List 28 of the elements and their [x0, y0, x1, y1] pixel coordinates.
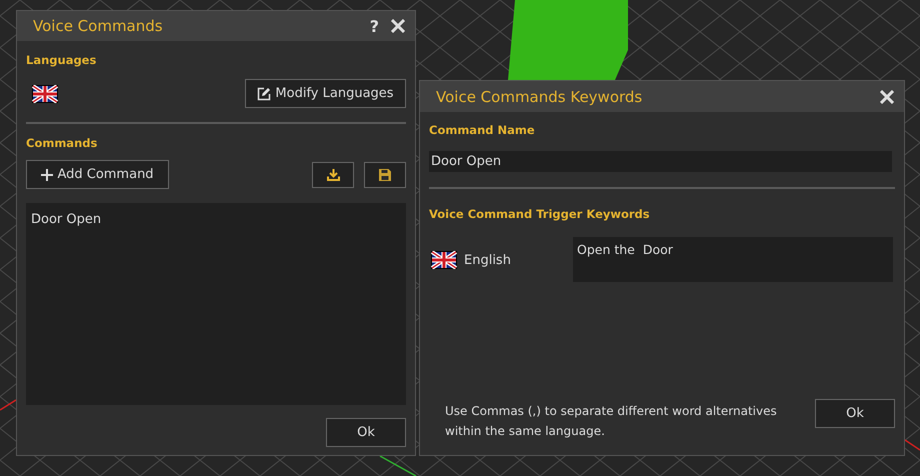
- axis-line: [0, 399, 16, 411]
- add-command-button[interactable]: Add Command: [26, 160, 169, 189]
- window-title: Voice Commands: [33, 17, 164, 35]
- field-label: Command Name: [429, 123, 536, 137]
- ok-button[interactable]: Ok: [815, 399, 895, 428]
- edit-icon: [257, 86, 272, 100]
- section-heading: Languages: [26, 53, 98, 67]
- uk-flag-icon: [431, 251, 457, 269]
- close-icon[interactable]: [391, 19, 405, 33]
- save-button[interactable]: [364, 162, 406, 188]
- keywords-field[interactable]: Open the Door: [573, 237, 893, 282]
- download-icon: [326, 168, 340, 180]
- command-list-item[interactable]: Door Open: [26, 203, 406, 236]
- download-button[interactable]: [312, 162, 354, 188]
- section-heading: Voice Command Trigger Keywords: [429, 207, 651, 221]
- plus-icon: [41, 168, 54, 180]
- command-name-field[interactable]: Door Open: [429, 151, 892, 172]
- hint-text: Use Commas (,) to separate different word alternatives within the same language.: [445, 403, 778, 440]
- axis-line: [380, 455, 416, 476]
- uk-flag-icon: [32, 84, 58, 102]
- close-icon[interactable]: [880, 90, 894, 104]
- axis-line: [904, 439, 920, 451]
- language-label: English: [464, 252, 511, 268]
- help-button[interactable]: ?: [370, 16, 379, 36]
- modify-languages-button[interactable]: Modify Languages: [245, 79, 406, 108]
- ok-button[interactable]: Ok: [326, 418, 406, 447]
- window-title: Voice Commands Keywords: [436, 88, 644, 106]
- section-heading: Commands: [26, 136, 98, 150]
